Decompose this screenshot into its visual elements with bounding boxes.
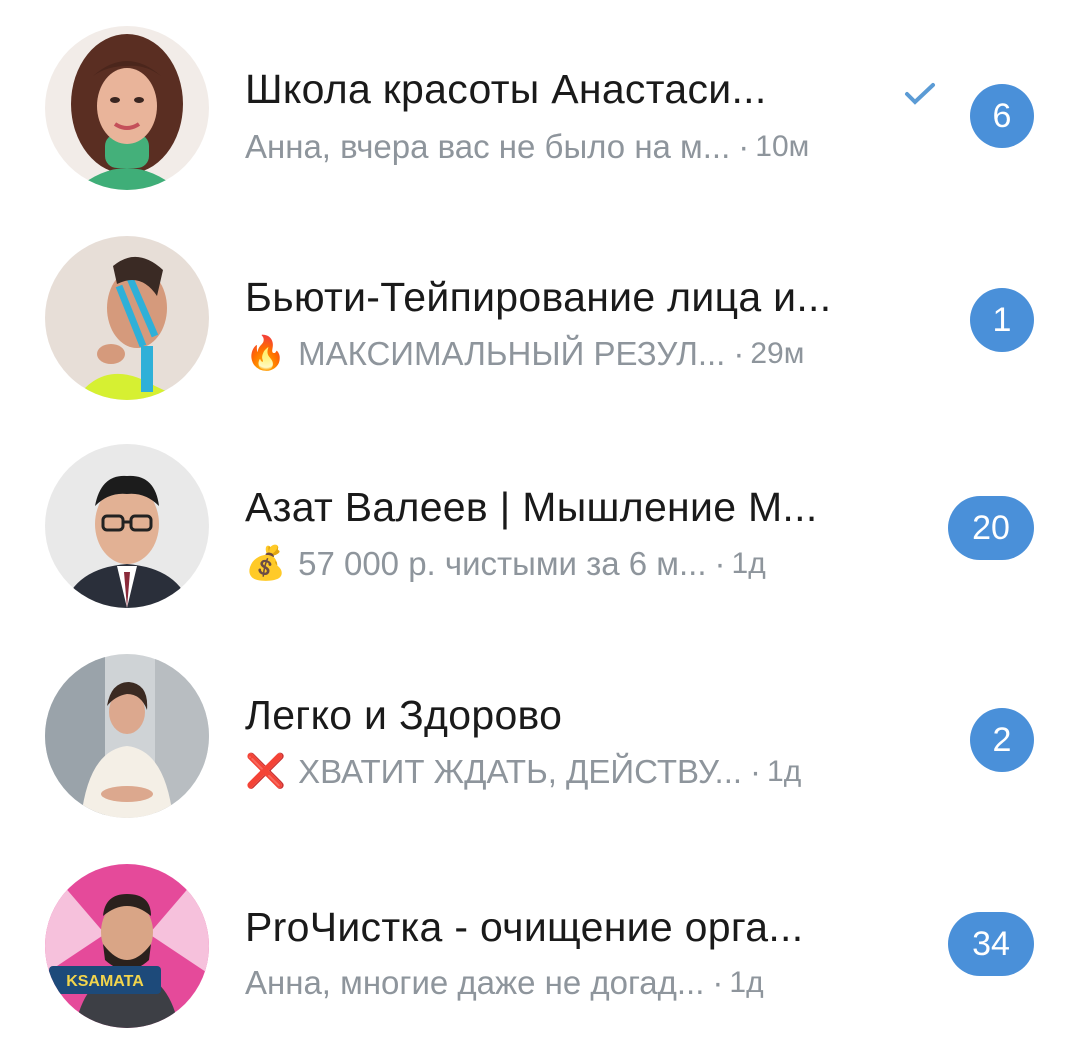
woman-sweater-portrait-icon [45, 654, 209, 818]
chat-row-azat-valeev[interactable]: Азат Валеев | Мышление М... 💰 57 000 р. … [0, 428, 1067, 628]
chat-title: Легко и Здорово [245, 692, 563, 738]
separator: · [712, 964, 724, 1001]
separator: · [714, 544, 726, 582]
unread-badge: 2 [970, 708, 1034, 772]
woman-portrait-icon [45, 26, 209, 190]
cross-mark-icon: ❌ [245, 752, 287, 789]
chat-title: Школа красоты Анастаси... [245, 66, 767, 112]
chat-avatar [45, 654, 209, 818]
separator: · [750, 752, 762, 790]
chat-avatar [45, 236, 209, 400]
chat-preview: Анна, многие даже не догад... · 1д [245, 964, 764, 1002]
chat-preview: 🔥 МАКСИМАЛЬНЫЙ РЕЗУЛ... · 29м [245, 334, 804, 373]
chat-time: 10м [755, 130, 810, 163]
unread-badge: 6 [970, 84, 1034, 148]
chat-preview-text: Анна, многие даже не догад... [245, 964, 705, 1001]
chat-time: 29м [750, 336, 805, 370]
man-beard-portrait-icon: KSAMATA [45, 864, 209, 1028]
chat-preview: Анна, вчера вас не было на м... · 10м [245, 128, 809, 166]
chat-avatar [45, 444, 209, 608]
chat-preview-text: ХВАТИТ ЖДАТЬ, ДЕЙСТВУ... [298, 752, 743, 790]
woman-taped-face-icon [45, 236, 209, 400]
unread-badge: 20 [948, 496, 1034, 560]
chat-preview-text: 57 000 р. чистыми за 6 м... [298, 544, 707, 582]
chat-avatar: KSAMATA [45, 864, 209, 1028]
chat-title: Азат Валеев | Мышление М... [245, 484, 818, 530]
chat-time: 1д [731, 546, 766, 580]
fire-icon: 🔥 [245, 334, 287, 371]
chat-list: Школа красоты Анастаси... Анна, вчера ва… [0, 0, 1067, 1041]
chat-time: 1д [767, 754, 802, 788]
unread-badge: 34 [948, 912, 1034, 976]
separator: · [738, 128, 750, 165]
chat-row-beauty-school[interactable]: Школа красоты Анастаси... Анна, вчера ва… [0, 10, 1067, 210]
chat-title: Бьюти-Тейпирование лица и... [245, 274, 832, 320]
chat-preview-text: МАКСИМАЛЬНЫЙ РЕЗУЛ... [298, 334, 726, 372]
chat-preview: ❌ ХВАТИТ ЖДАТЬ, ДЕЙСТВУ... · 1д [245, 752, 801, 791]
chat-avatar [45, 26, 209, 190]
chat-title: PrоЧистка - очищение орга... [245, 904, 804, 950]
separator: · [733, 334, 745, 372]
checkmark-icon [905, 83, 935, 105]
unread-badge: 1 [970, 288, 1034, 352]
money-bag-icon: 💰 [245, 544, 287, 581]
avatar-brand-text: KSAMATA [66, 973, 144, 990]
man-glasses-portrait-icon [45, 444, 209, 608]
chat-preview: 💰 57 000 р. чистыми за 6 м... · 1д [245, 544, 766, 583]
chat-row-prochistka[interactable]: KSAMATA PrоЧистка - очищение орга... Анн… [0, 848, 1067, 1048]
chat-preview-text: Анна, вчера вас не было на м... [245, 128, 731, 165]
chat-row-legko-zdorovo[interactable]: Легко и Здорово ❌ ХВАТИТ ЖДАТЬ, ДЕЙСТВУ.… [0, 638, 1067, 838]
chat-row-beauty-taping[interactable]: Бьюти-Тейпирование лица и... 🔥 МАКСИМАЛЬ… [0, 220, 1067, 420]
chat-time: 1д [729, 966, 764, 999]
